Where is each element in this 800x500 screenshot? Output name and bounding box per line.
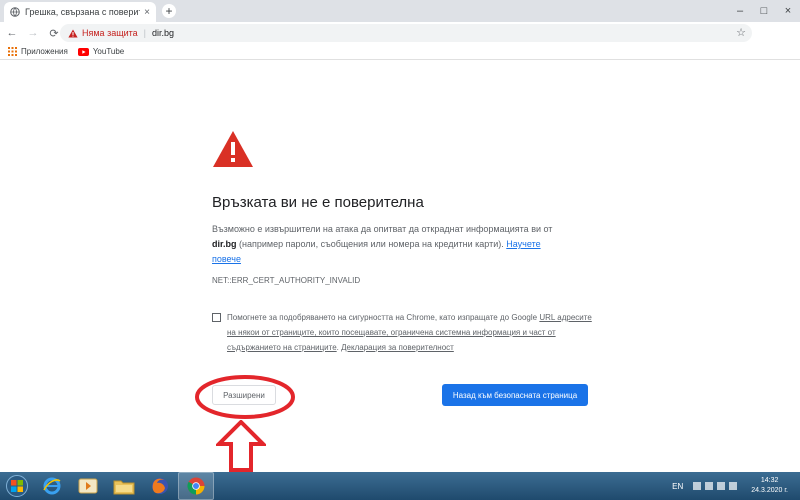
close-window-icon[interactable]: × [776,0,800,22]
clock-date: 24.3.2020 г. [751,487,788,494]
optin-text-1: Помогнете за подобряването на сигурностт… [227,313,538,322]
internet-explorer-icon [43,477,61,495]
screen: Грешка, свързана с поверителн × + – □ × … [0,0,800,500]
privacy-statement-link[interactable]: Декларация за поверителност [341,343,454,352]
minimize-icon[interactable]: – [728,0,752,22]
taskbar: EN 14:32 24.3.2020 г. [0,472,800,500]
language-indicator[interactable]: EN [672,482,683,491]
page-title: Връзката ви не е поверителна [212,194,424,211]
desc-text-2: (например пароли, съобщения или номера н… [239,239,504,249]
taskbar-explorer[interactable] [106,472,142,500]
media-player-icon [78,478,98,494]
error-code: NET::ERR_CERT_AUTHORITY_INVALID [212,276,361,285]
clock-time: 14:32 [760,477,779,484]
omnibox-separator: | [143,28,147,38]
taskbar-firefox[interactable] [142,472,178,500]
tray-flag-icon[interactable] [705,482,714,490]
interstitial-page: Връзката ви не е поверителна Възможно е … [0,60,800,472]
desc-domain: dir.bg [212,239,237,249]
back-to-safety-button[interactable]: Назад към безопасната страница [442,384,588,406]
taskbar-ie[interactable] [34,472,70,500]
tray-icons [693,482,741,490]
bookmarks-bar: Приложения YouTube [0,44,800,60]
folder-icon [113,480,135,495]
maximize-icon[interactable]: □ [752,0,776,22]
bookmark-youtube-label: YouTube [92,47,125,56]
windows-logo-icon [6,475,28,497]
system-tray: EN 14:32 24.3.2020 г. [672,472,800,500]
volume-icon[interactable] [729,482,738,490]
clock[interactable]: 14:32 24.3.2020 г. [751,476,788,496]
url-text[interactable]: dir.bg [152,28,174,38]
tab-title: Грешка, свързана с поверителн [25,7,140,17]
forward-icon[interactable]: → [24,24,42,42]
bookmark-apps[interactable]: Приложения [8,47,68,56]
tab-close-icon[interactable]: × [144,7,150,18]
bookmark-star-icon[interactable]: ☆ [736,26,746,39]
warning-icon [68,29,78,37]
chrome-icon [187,477,205,495]
tray-arrow-icon[interactable] [693,482,702,490]
optin-separator: . [336,343,339,352]
safe-browsing-optin: Помогнете за подобряването на сигурностт… [212,310,592,355]
taskbar-media-player[interactable] [70,472,106,500]
error-description: Възможно е извършители на атака да опитв… [212,222,562,267]
new-tab-button[interactable]: + [162,4,176,18]
firefox-icon [152,478,168,494]
window-controls: – □ × [728,0,800,22]
back-icon[interactable]: ← [3,24,21,42]
browser-toolbar: ← → ⟳ Няма защита | dir.bg ☆ ⋮ [0,22,800,61]
security-label[interactable]: Няма защита [82,28,138,38]
taskbar-chrome[interactable] [178,472,214,500]
globe-icon [10,7,20,17]
tab-active[interactable]: Грешка, свързана с поверителн × [4,2,156,22]
tab-strip: Грешка, свързана с поверителн × + – □ × [0,0,800,22]
bookmark-youtube[interactable]: YouTube [77,47,125,56]
address-bar[interactable]: Няма защита | dir.bg ☆ [60,24,752,42]
youtube-icon [77,47,89,56]
annotation-up-arrow-icon [216,420,266,472]
annotation-ellipse [195,375,295,419]
large-warning-icon [213,131,253,167]
optin-checkbox[interactable] [212,313,221,322]
apps-grid-icon [8,47,17,56]
optin-text: Помогнете за подобряването на сигурностт… [227,310,592,355]
network-icon[interactable] [717,482,726,490]
desc-text-1: Възможно е извършители на атака да опитв… [212,224,553,234]
start-button[interactable] [0,472,34,500]
bookmark-apps-label: Приложения [21,47,68,56]
